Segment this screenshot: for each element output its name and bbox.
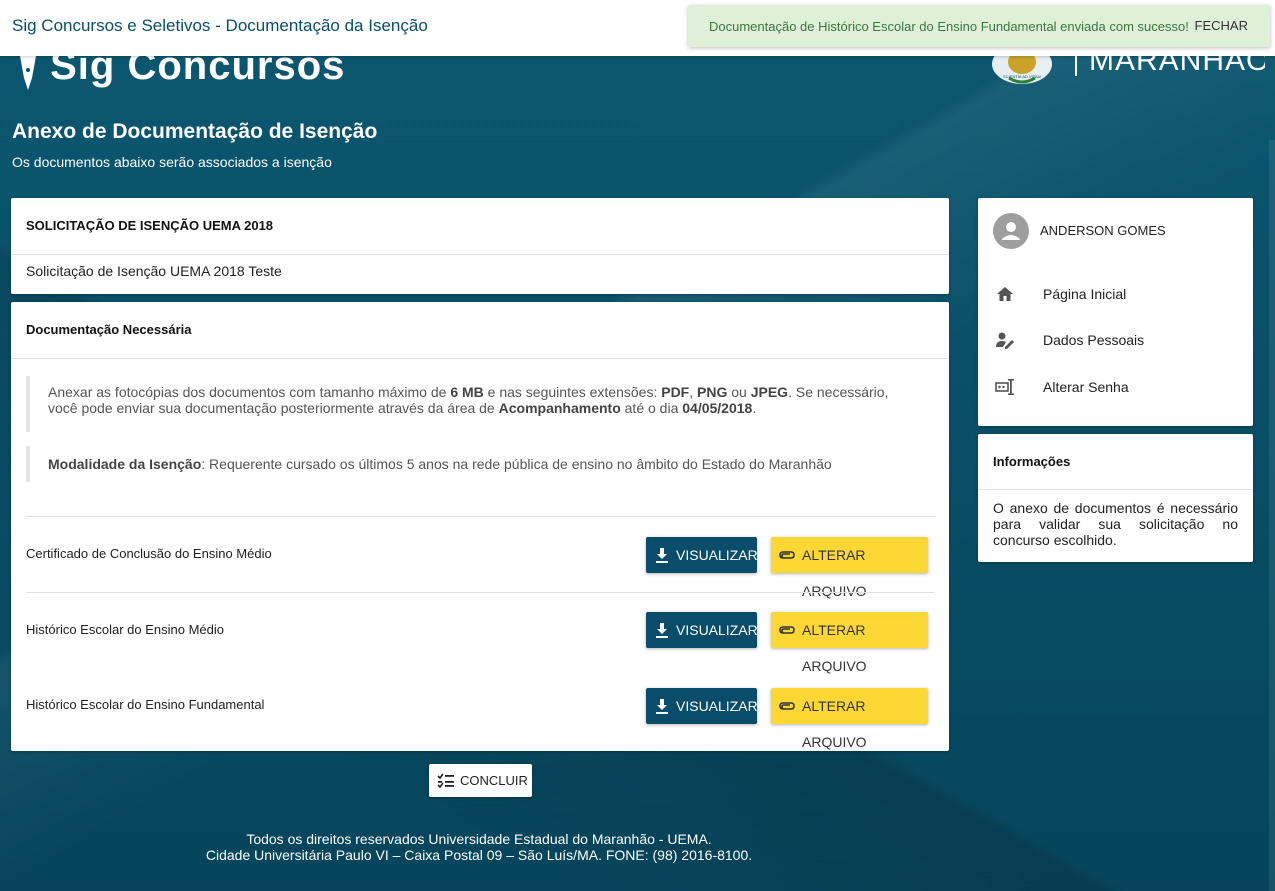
document-label: Histórico Escolar do Ensino Fundamental: [26, 697, 265, 712]
view-button[interactable]: VISUALIZAR: [646, 612, 758, 648]
view-button[interactable]: VISUALIZAR: [646, 537, 758, 573]
user-name: ANDERSON GOMES: [1040, 223, 1166, 238]
sig-concursos-logo: Sig Concursos: [18, 56, 345, 94]
note-text: .: [752, 400, 757, 416]
sidebar-item-dados-pessoais[interactable]: Dados Pessoais: [993, 325, 1238, 355]
page-title: Anexo de Documentação de Isenção: [12, 120, 378, 143]
seal-text: SCIENTIA AD VITAM: [1003, 74, 1041, 79]
footer-line: Cidade Universitária Paulo VI – Caixa Po…: [205, 847, 753, 863]
alter-label: ALTERAR ARQUIVO: [802, 698, 867, 750]
footer: Todos os direitos reservados Universidad…: [0, 831, 958, 863]
toast-message: Documentação de Histórico Escolar do Ens…: [709, 19, 1189, 34]
ext-jpeg: JPEG: [750, 384, 789, 400]
alter-label: ALTERAR ARQUIVO: [802, 547, 867, 599]
modalidade-text: : Requerente cursado os últimos 5 anos n…: [201, 456, 832, 472]
maranhao-logo: SCIENTIA AD VITAM MARANHÃO: [985, 56, 1265, 100]
pen-nib-icon: [20, 56, 36, 90]
concluir-button[interactable]: CONCLUIR: [429, 764, 532, 797]
sidebar-item-alterar-senha[interactable]: Alterar Senha: [993, 372, 1238, 402]
logo-text: Sig Concursos: [50, 56, 346, 88]
sidebar-item-label: Página Inicial: [1043, 286, 1127, 302]
view-label: VISUALIZAR: [676, 622, 758, 638]
download-icon: [656, 699, 668, 714]
sidebar-item-pagina-inicial[interactable]: Página Inicial: [993, 279, 1238, 309]
maranhao-text: MARANHÃO: [1089, 56, 1265, 77]
document-label: Certificado de Conclusão do Ensino Médio: [26, 546, 272, 561]
concluir-label: CONCLUIR: [460, 773, 528, 788]
informacoes-card: Informações O anexo de documentos é nece…: [978, 434, 1253, 562]
ext-png: PNG: [697, 384, 728, 400]
alter-file-button[interactable]: ALTERAR ARQUIVO: [771, 612, 928, 674]
attach-icon: [779, 702, 795, 710]
acompanhamento-term: Acompanhamento: [498, 400, 621, 416]
note-text: Anexar as fotocópias dos documentos com …: [48, 384, 451, 400]
deadline-date: 04/05/2018: [682, 400, 753, 416]
divider: [26, 516, 935, 517]
attach-icon: [779, 551, 795, 559]
footer-line: Todos os direitos reservados Universidad…: [246, 831, 712, 847]
view-button[interactable]: VISUALIZAR: [646, 688, 758, 724]
logo-separator: [1075, 56, 1077, 76]
checklist-icon: [437, 773, 454, 789]
view-label: VISUALIZAR: [676, 698, 758, 714]
download-icon: [656, 623, 668, 638]
informacoes-text: O anexo de documentos é necessário para …: [993, 500, 1238, 548]
avatar: [993, 213, 1029, 249]
success-toast: Documentação de Histórico Escolar do Ens…: [688, 5, 1270, 47]
documentacao-card: Documentação Necessária Anexar as fotocó…: [11, 302, 949, 751]
password-icon: [995, 379, 1014, 395]
scrollbar[interactable]: [1269, 140, 1275, 891]
solicitacao-card: SOLICITAÇÃO DE ISENÇÃO UEMA 2018 Solicit…: [11, 198, 949, 294]
modalidade-note: Modalidade da Isenção: Requerente cursad…: [26, 446, 906, 482]
note-text: ,: [689, 384, 698, 400]
app-title: Sig Concursos e Seletivos - Documentação…: [12, 16, 428, 35]
user-icon: [1002, 222, 1020, 240]
documentacao-heading: Documentação Necessária: [11, 302, 949, 359]
note-text: até o dia: [620, 400, 683, 416]
informacoes-heading: Informações: [978, 434, 1253, 490]
sidebar-item-label: Alterar Senha: [1043, 379, 1129, 395]
home-icon: [997, 287, 1013, 301]
solicitacao-description: Solicitação de Isenção UEMA 2018 Teste: [26, 263, 282, 279]
alter-label: ALTERAR ARQUIVO: [802, 622, 867, 674]
state-seal-icon: SCIENTIA AD VITAM: [992, 56, 1052, 84]
sidebar-item-label: Dados Pessoais: [1043, 332, 1145, 348]
alter-file-button[interactable]: ALTERAR ARQUIVO: [771, 537, 928, 599]
user-menu-card: ANDERSON GOMES Página Inicial Dados Pess…: [978, 198, 1253, 426]
ext-pdf: PDF: [661, 384, 690, 400]
toast-close-button[interactable]: FECHAR: [1195, 18, 1248, 33]
note-text: e nas seguintes extensões:: [483, 384, 662, 400]
person-edit-icon: [996, 332, 1014, 349]
note-text: ou: [727, 384, 751, 400]
document-label: Histórico Escolar do Ensino Médio: [26, 622, 224, 637]
alter-file-button[interactable]: ALTERAR ARQUIVO: [771, 688, 928, 750]
max-size: 6 MB: [450, 384, 484, 400]
upload-instructions: Anexar as fotocópias dos documentos com …: [26, 376, 906, 432]
view-label: VISUALIZAR: [676, 547, 758, 563]
page-subtitle: Os documentos abaixo serão associados a …: [12, 154, 332, 170]
divider: [26, 592, 935, 593]
modalidade-label: Modalidade da Isenção: [48, 456, 202, 472]
download-icon: [656, 548, 668, 563]
solicitacao-heading: SOLICITAÇÃO DE ISENÇÃO UEMA 2018: [11, 198, 949, 255]
attach-icon: [779, 626, 795, 634]
